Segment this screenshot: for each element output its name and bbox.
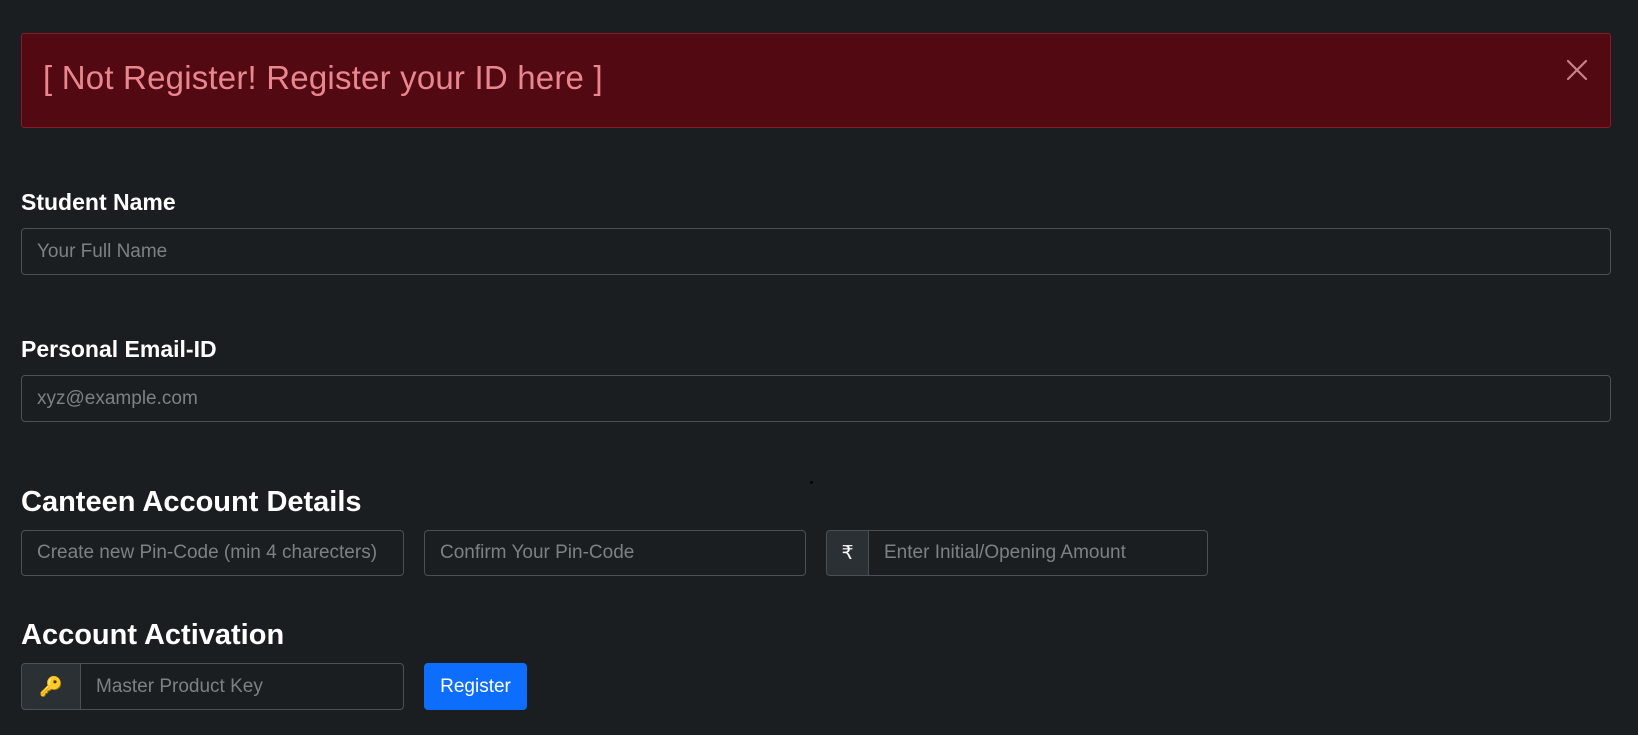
student-name-input[interactable] (21, 228, 1611, 275)
product-key-input-group: 🔑 (21, 663, 404, 710)
key-icon: 🔑 (21, 663, 80, 710)
alert-message: [ Not Register! Register your ID here ] (43, 58, 603, 96)
amount-input-group: ₹ (826, 530, 1208, 576)
close-icon (1566, 59, 1588, 80)
email-label: Personal Email-ID (21, 336, 217, 362)
not-registered-alert: [ Not Register! Register your ID here ] (21, 33, 1611, 128)
alert-close-button[interactable] (1562, 56, 1592, 86)
rupee-icon: ₹ (826, 530, 868, 576)
opening-amount-input[interactable] (868, 530, 1208, 576)
register-button[interactable]: Register (424, 663, 527, 710)
stray-dot (810, 481, 813, 484)
email-input[interactable] (21, 375, 1611, 422)
registration-page: [ Not Register! Register your ID here ] … (0, 0, 1638, 735)
account-activation-title: Account Activation (21, 619, 285, 651)
pin-code-input[interactable] (21, 530, 404, 576)
canteen-account-title: Canteen Account Details (21, 486, 362, 518)
confirm-pin-input[interactable] (424, 530, 806, 576)
master-product-key-input[interactable] (80, 663, 404, 710)
student-name-label: Student Name (21, 189, 176, 215)
